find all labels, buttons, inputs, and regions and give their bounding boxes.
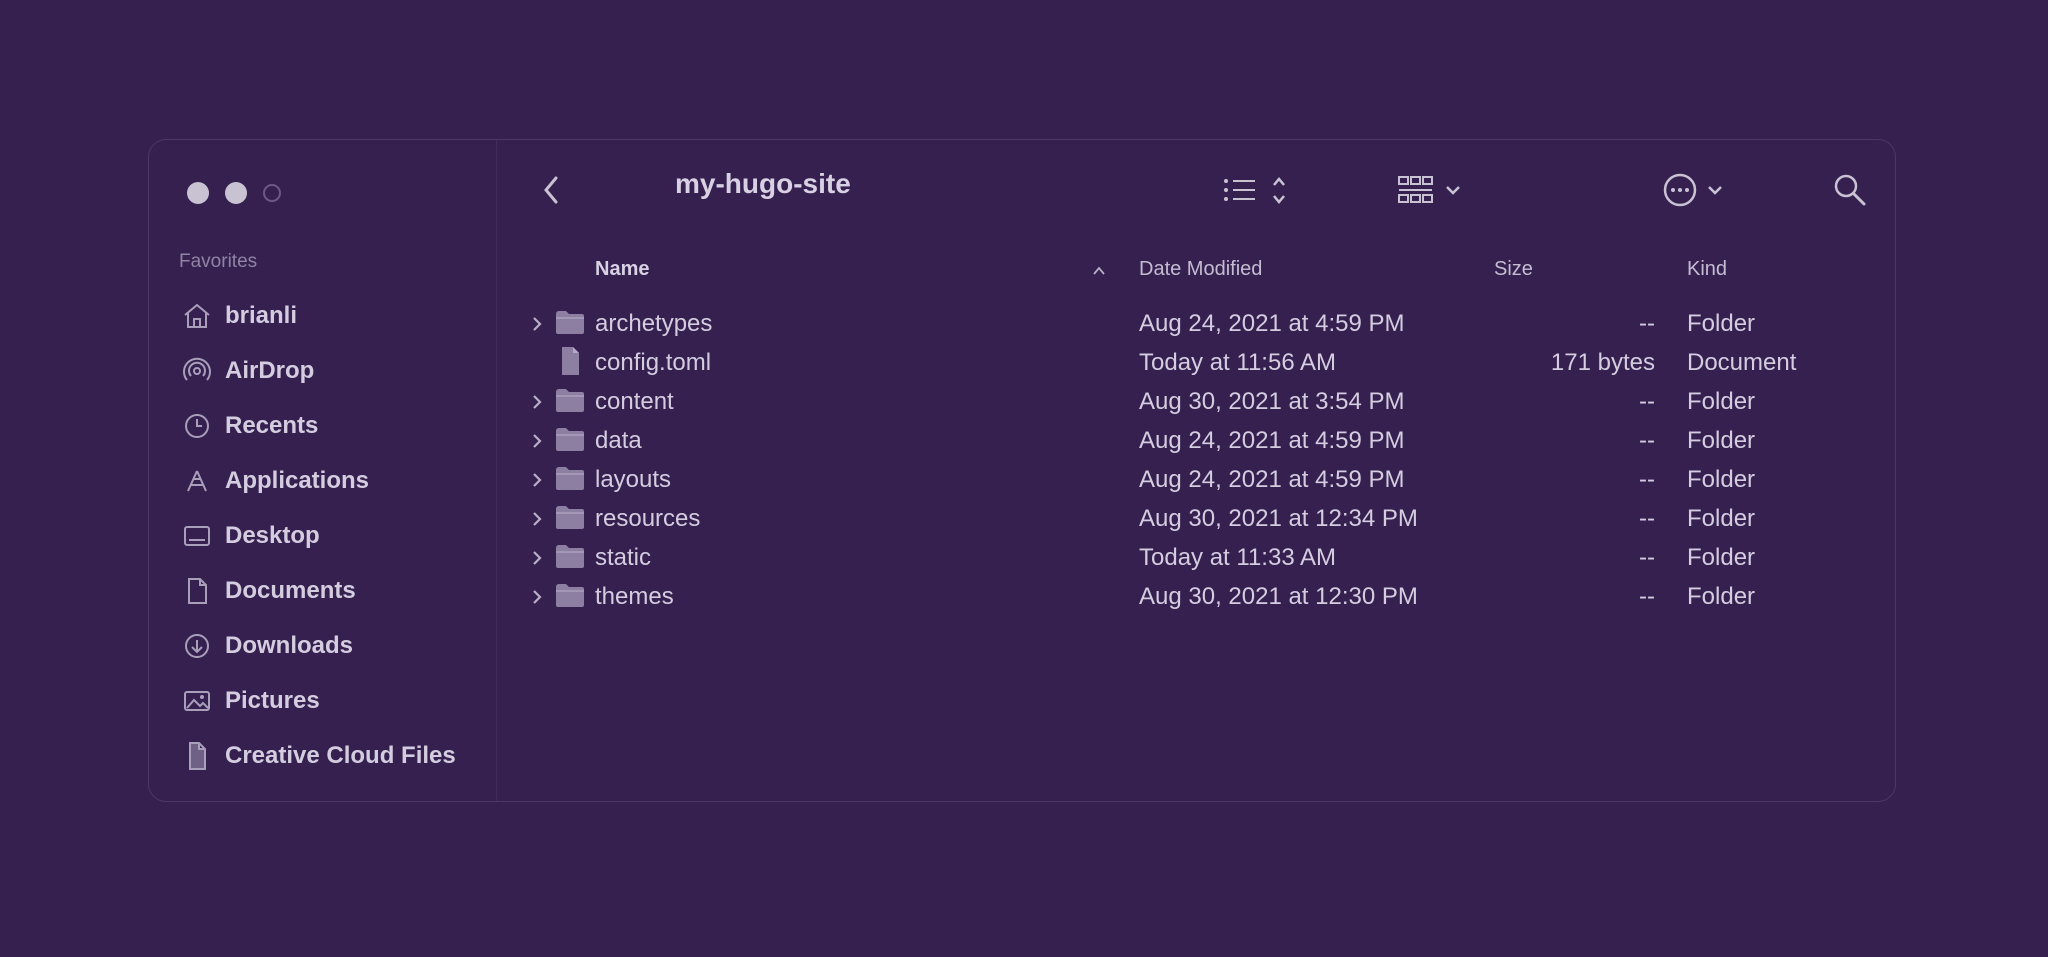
- file-size: --: [1639, 466, 1655, 493]
- sidebar-item-label: Creative Cloud Files: [225, 741, 456, 769]
- table-row[interactable]: config.toml Today at 11:56 AM 171 bytes …: [149, 344, 1895, 383]
- window-controls: [187, 182, 281, 204]
- file-name: config.toml: [595, 349, 712, 376]
- sidebar-item-label: Downloads: [225, 631, 354, 659]
- column-header-name[interactable]: Name: [595, 258, 649, 281]
- search-icon[interactable]: [1833, 172, 1867, 208]
- download-icon: [185, 633, 209, 658]
- chevron-right-icon[interactable]: [529, 469, 545, 491]
- more-options-icon[interactable]: [1663, 171, 1735, 209]
- table-row[interactable]: static Today at 11:33 AM -- Folder: [149, 539, 1895, 578]
- chevron-right-icon[interactable]: [529, 391, 545, 413]
- table-row[interactable]: themes Aug 30, 2021 at 12:30 PM -- Folde…: [149, 578, 1895, 617]
- file-kind: Document: [1687, 349, 1797, 376]
- group-by-icon[interactable]: [1397, 174, 1469, 208]
- close-window-button[interactable]: [187, 182, 209, 204]
- file-date-modified: Today at 11:33 AM: [1139, 544, 1337, 571]
- sort-ascending-icon[interactable]: [1091, 264, 1107, 278]
- file-name: archetypes: [595, 310, 713, 337]
- folder-icon: [556, 545, 584, 568]
- file-kind: Folder: [1687, 505, 1756, 532]
- table-row[interactable]: archetypes Aug 24, 2021 at 4:59 PM -- Fo…: [149, 305, 1895, 344]
- folder-icon: [556, 467, 584, 490]
- minimize-window-button[interactable]: [225, 182, 247, 204]
- back-icon[interactable]: [541, 174, 561, 206]
- file-name: data: [595, 427, 642, 454]
- file-date-modified: Aug 30, 2021 at 12:34 PM: [1139, 505, 1418, 532]
- file-date-modified: Aug 24, 2021 at 4:59 PM: [1139, 466, 1405, 493]
- folder-icon: [556, 584, 584, 607]
- file-kind: Folder: [1687, 310, 1756, 337]
- file-name: static: [595, 544, 652, 571]
- file-date-modified: Aug 30, 2021 at 12:30 PM: [1139, 583, 1418, 610]
- chevron-right-icon[interactable]: [529, 586, 545, 608]
- file-name: content: [595, 388, 674, 415]
- file-size: 171 bytes: [1550, 349, 1655, 376]
- file-kind: Folder: [1687, 388, 1756, 415]
- sidebar-item-pictures[interactable]: Pictures: [181, 673, 456, 728]
- file-date-modified: Aug 30, 2021 at 3:54 PM: [1139, 388, 1405, 415]
- file-size: --: [1639, 583, 1655, 610]
- file-size: --: [1639, 505, 1655, 532]
- file-date-modified: Today at 11:56 AM: [1139, 349, 1337, 376]
- file-kind: Folder: [1687, 427, 1756, 454]
- sidebar-item-downloads[interactable]: Downloads: [181, 618, 456, 673]
- column-header-size[interactable]: Size: [1494, 258, 1533, 281]
- sidebar-item-creative-cloud-files[interactable]: Creative Cloud Files: [181, 728, 456, 783]
- file-name: resources: [595, 505, 701, 532]
- table-row[interactable]: layouts Aug 24, 2021 at 4:59 PM -- Folde…: [149, 461, 1895, 500]
- file-name: themes: [595, 583, 674, 610]
- folder-icon: [556, 428, 584, 451]
- table-row[interactable]: data Aug 24, 2021 at 4:59 PM -- Folder: [149, 422, 1895, 461]
- finder-window: Favorites brianli AirDrop Recents Applic…: [148, 139, 1896, 802]
- favorites-heading: Favorites: [179, 251, 258, 272]
- file-size: --: [1639, 388, 1655, 415]
- file-date-modified: Aug 24, 2021 at 4:59 PM: [1139, 310, 1405, 337]
- folder-icon: [556, 311, 584, 334]
- table-row[interactable]: resources Aug 30, 2021 at 12:34 PM -- Fo…: [149, 500, 1895, 539]
- window-title: my-hugo-site: [675, 168, 851, 199]
- table-row[interactable]: content Aug 30, 2021 at 3:54 PM -- Folde…: [149, 383, 1895, 422]
- chevron-right-icon[interactable]: [529, 547, 545, 569]
- file-kind: Folder: [1687, 544, 1756, 571]
- column-header-date-modified[interactable]: Date Modified: [1139, 258, 1262, 281]
- chevron-right-icon[interactable]: [529, 430, 545, 452]
- file-size: --: [1639, 544, 1655, 571]
- document-icon: [562, 347, 579, 375]
- folder-icon: [556, 389, 584, 412]
- sidebar-item-label: Pictures: [225, 686, 320, 714]
- file-icon: [189, 741, 206, 770]
- list-view-icon[interactable]: [1221, 174, 1295, 208]
- file-size: --: [1639, 427, 1655, 454]
- file-name: layouts: [595, 466, 672, 493]
- file-kind: Folder: [1687, 466, 1756, 493]
- file-size: --: [1639, 310, 1655, 337]
- chevron-right-icon[interactable]: [529, 508, 545, 530]
- file-date-modified: Aug 24, 2021 at 4:59 PM: [1139, 427, 1405, 454]
- folder-icon: [556, 506, 584, 529]
- file-kind: Folder: [1687, 583, 1756, 610]
- zoom-window-button[interactable]: [263, 184, 281, 202]
- column-header-kind[interactable]: Kind: [1687, 258, 1727, 281]
- pictures-icon: [184, 690, 210, 711]
- chevron-right-icon[interactable]: [529, 313, 545, 335]
